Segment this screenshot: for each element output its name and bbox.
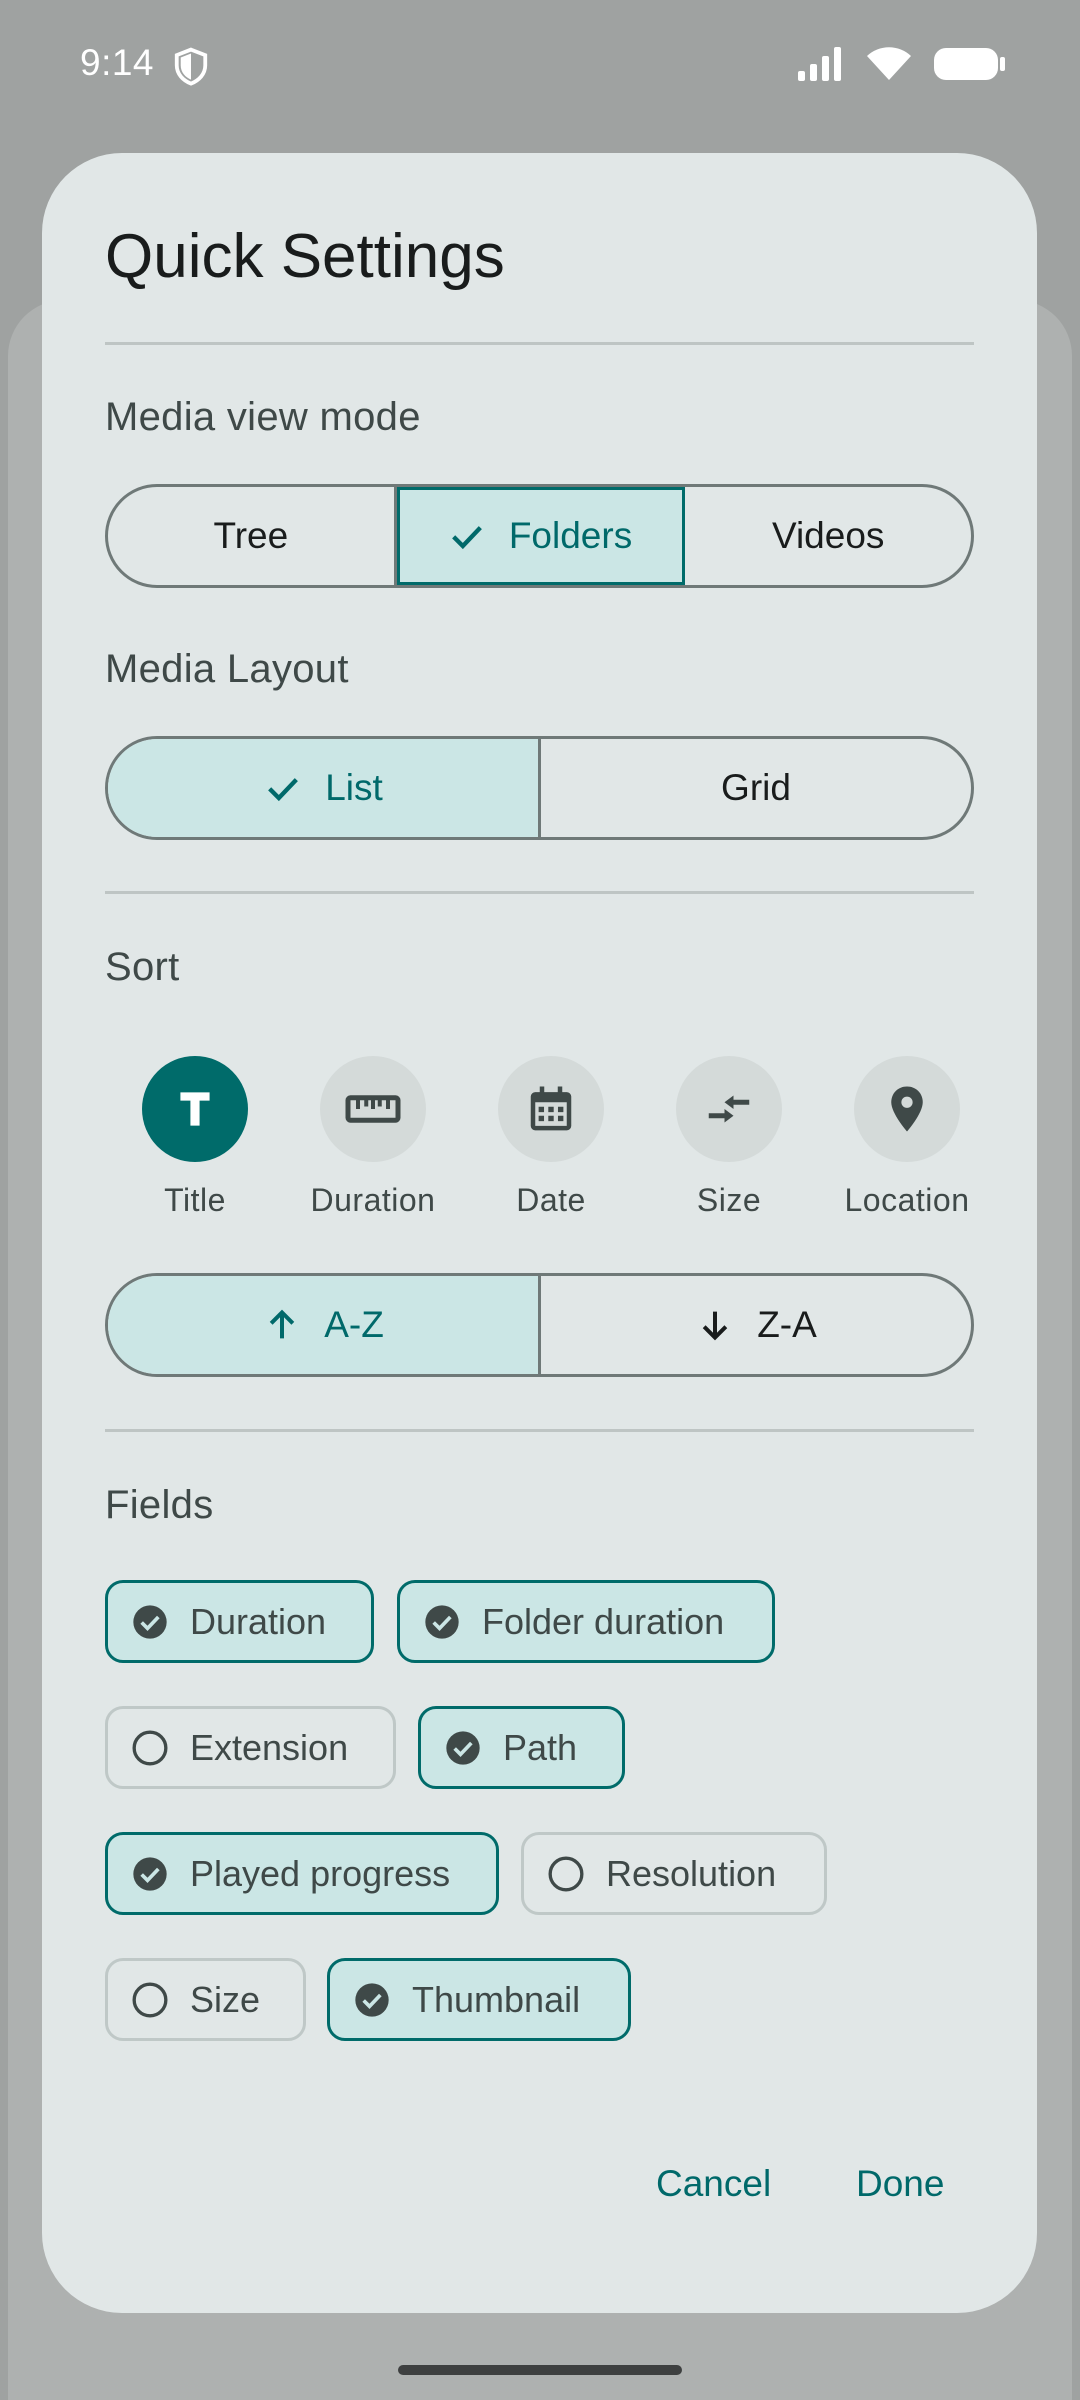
wifi-icon — [867, 47, 911, 80]
title-t-icon — [180, 1092, 210, 1126]
grid-label: Grid — [721, 767, 791, 808]
status-bar: 9:14 — [0, 0, 1080, 130]
sort-order-segmented: A-Z Z-A — [105, 1273, 974, 1377]
sort-size-label: Size — [696, 1182, 762, 1218]
sort-size-option[interactable]: Size — [639, 1056, 819, 1219]
descending-label: Z-A — [757, 1304, 817, 1345]
sort-date-option[interactable]: Date — [461, 1056, 641, 1219]
layout-grid-button[interactable]: Grid — [541, 739, 971, 837]
field-chip-duration[interactable]: Duration — [105, 1580, 374, 1663]
home-indicator[interactable] — [398, 2365, 682, 2375]
field-chip-played-progress[interactable]: Played progress — [105, 1832, 499, 1915]
chip-label: Extension — [190, 1726, 349, 1768]
view-mode-segmented: Tree Folders Videos — [105, 484, 974, 588]
chip-label: Folder duration — [482, 1600, 725, 1642]
compress-arrows-icon — [708, 1095, 750, 1123]
check-circle-icon — [425, 1604, 459, 1639]
calendar-icon — [530, 1086, 572, 1131]
fields-label: Fields — [105, 1483, 214, 1527]
check-circle-icon — [355, 1982, 389, 2017]
sort-duration-option[interactable]: Duration — [283, 1056, 463, 1219]
videos-label: Videos — [771, 515, 885, 556]
circle-outline-icon — [132, 1730, 168, 1765]
sort-title-circle — [142, 1056, 248, 1162]
arrow-up-icon — [269, 1309, 295, 1339]
sort-label: Sort — [105, 945, 180, 989]
cancel-button[interactable]: Cancel — [656, 2163, 771, 2205]
sort-location-circle — [854, 1056, 960, 1162]
chip-label: Resolution — [606, 1852, 777, 1894]
circle-outline-icon — [548, 1856, 584, 1891]
layout-segmented: List Grid — [105, 736, 974, 840]
sort-duration-circle — [320, 1056, 426, 1162]
dialog-title: Quick Settings — [105, 222, 505, 291]
check-circle-icon — [133, 1604, 167, 1639]
divider — [105, 342, 974, 345]
field-chip-thumbnail[interactable]: Thumbnail — [327, 1958, 631, 2041]
arrow-down-icon — [702, 1311, 728, 1341]
list-label: List — [325, 767, 383, 808]
signal-icon — [798, 47, 841, 81]
media-view-mode-label: Media view mode — [105, 395, 421, 439]
sort-date-label: Date — [516, 1182, 586, 1218]
quick-settings-dialog: Quick Settings Media view mode Tree Fold… — [42, 153, 1037, 2313]
view-mode-videos-button[interactable]: Videos — [685, 487, 971, 585]
ascending-label: A-Z — [324, 1304, 384, 1345]
chip-label: Size — [190, 1978, 261, 2020]
layout-list-button[interactable]: List — [108, 739, 541, 837]
check-circle-icon — [446, 1730, 480, 1765]
sort-title-label: Title — [164, 1182, 226, 1218]
check-icon — [268, 778, 299, 802]
media-layout-label: Media Layout — [105, 647, 349, 691]
chip-label: Thumbnail — [412, 1978, 581, 2020]
battery-icon — [934, 48, 1005, 80]
done-button[interactable]: Done — [856, 2163, 944, 2205]
sort-location-label: Location — [844, 1182, 970, 1218]
check-icon — [451, 526, 482, 550]
field-chip-folder-duration[interactable]: Folder duration — [397, 1580, 775, 1663]
view-mode-tree-button[interactable]: Tree — [108, 487, 397, 585]
view-mode-folders-button[interactable]: Folders — [396, 487, 686, 585]
sort-duration-label: Duration — [310, 1182, 436, 1218]
chip-label: Played progress — [190, 1852, 451, 1894]
circle-outline-icon — [132, 1982, 168, 2017]
sort-date-circle — [498, 1056, 604, 1162]
field-chip-resolution[interactable]: Resolution — [521, 1832, 827, 1915]
sort-options: Title Duration Date Size Location — [105, 1056, 974, 1219]
field-chip-path[interactable]: Path — [418, 1706, 625, 1789]
chip-label: Path — [503, 1726, 578, 1768]
sort-descending-button[interactable]: Z-A — [541, 1276, 971, 1374]
field-chip-extension[interactable]: Extension — [105, 1706, 396, 1789]
location-pin-icon — [891, 1086, 923, 1132]
sort-ascending-button[interactable]: A-Z — [108, 1276, 541, 1374]
divider — [105, 891, 974, 894]
status-time: 9:14 — [80, 42, 155, 83]
sort-title-option[interactable]: Title — [105, 1056, 285, 1219]
folders-label: Folders — [508, 515, 633, 556]
check-circle-icon — [133, 1856, 167, 1891]
shield-icon — [174, 47, 208, 86]
field-chip-size[interactable]: Size — [105, 1958, 306, 2041]
sort-location-option[interactable]: Location — [817, 1056, 997, 1219]
divider — [105, 1429, 974, 1432]
chip-label: Duration — [190, 1600, 327, 1642]
tree-label: Tree — [213, 515, 289, 556]
sort-size-circle — [676, 1056, 782, 1162]
ruler-icon — [345, 1095, 401, 1123]
